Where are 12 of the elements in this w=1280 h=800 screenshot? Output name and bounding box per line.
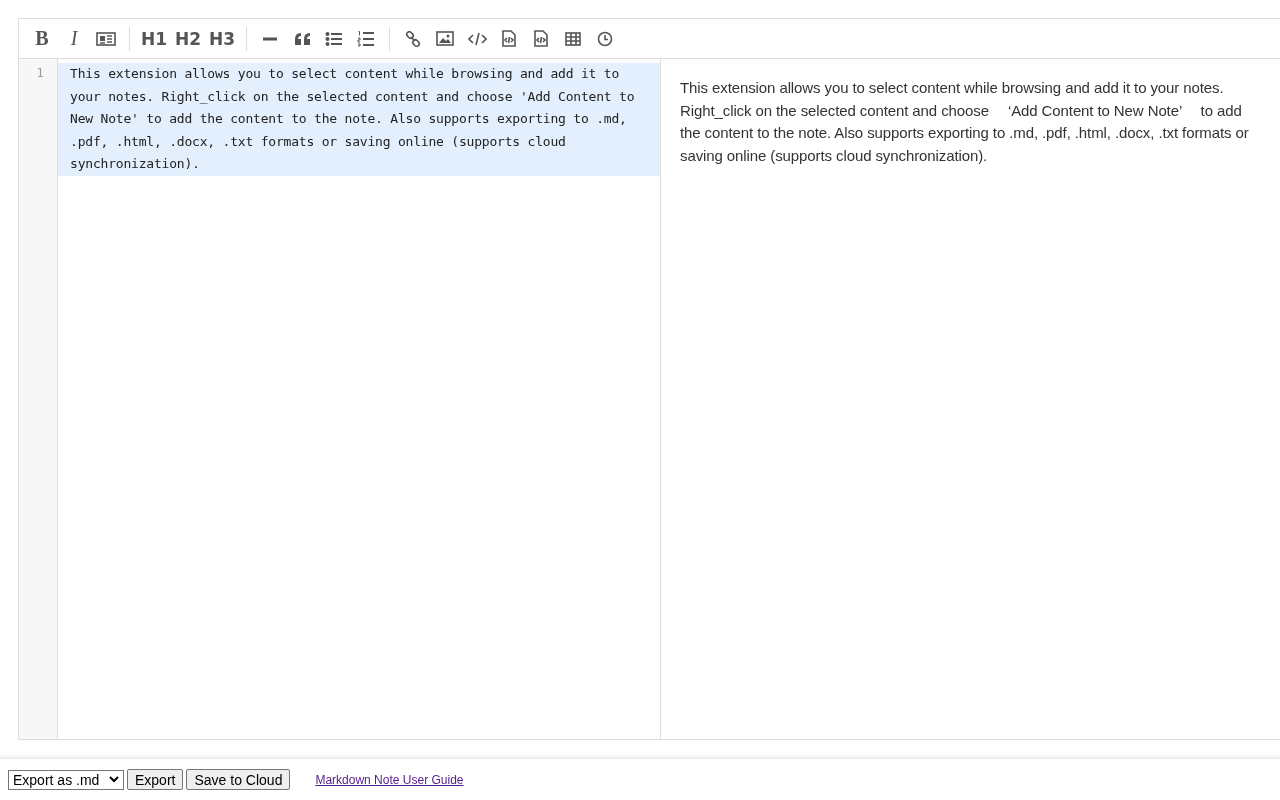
save-to-cloud-button[interactable]: Save to Cloud bbox=[186, 769, 291, 790]
export-button[interactable]: Export bbox=[127, 769, 184, 790]
heading-button[interactable]: H3 bbox=[208, 25, 236, 52]
line-number: 1 bbox=[35, 65, 45, 82]
preview-paragraph: This extension allows you to select content while browsing and add it to your notes. Right_click on the selected content and choose ‘Add Content to New Note’ to add the content to the note. Also supports exporting to .md, .pdf, .html, .docx, .txt formats or saving online (supports cloud synchronization). bbox=[680, 78, 1250, 166]
export-format-select[interactable]: Export as .md bbox=[8, 769, 124, 790]
italic-button[interactable]: I bbox=[61, 25, 87, 52]
caret-icon bbox=[109, 776, 119, 783]
heading-button[interactable]: H2 bbox=[174, 25, 202, 52]
user-guide-link[interactable]: Markdown Note User Guide bbox=[315, 772, 464, 787]
heading-button[interactable]: H1 bbox=[140, 25, 168, 52]
bold-button[interactable]: B bbox=[29, 25, 55, 52]
